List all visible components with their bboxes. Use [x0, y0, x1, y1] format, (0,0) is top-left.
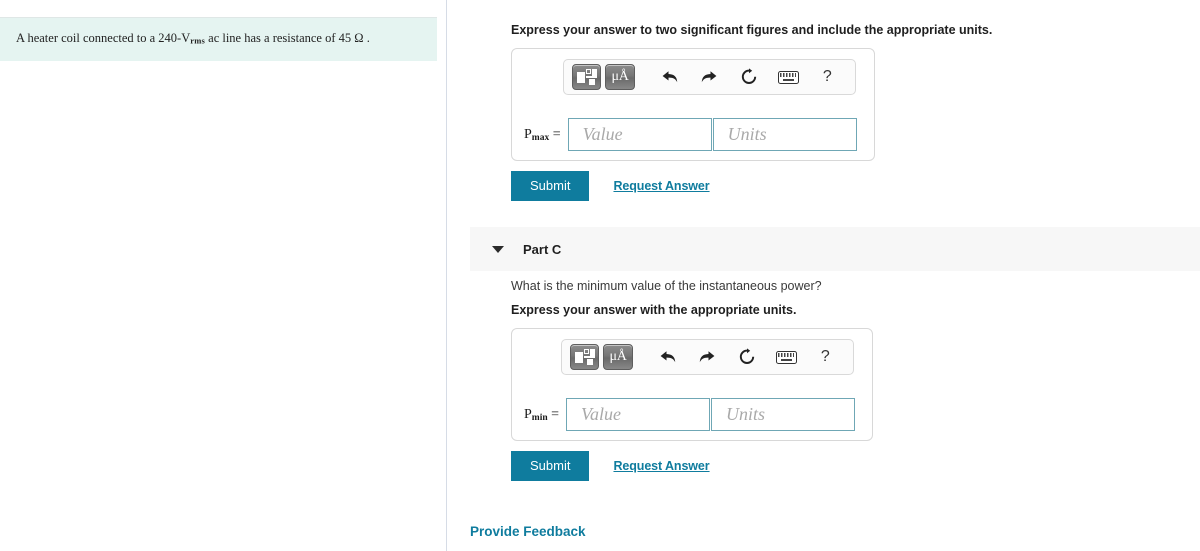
reset-circular-arrow-icon[interactable]	[734, 64, 763, 90]
part-b-answer-label: Pmax =	[524, 126, 561, 143]
problem-text-after: ac line has a resistance of 45	[205, 31, 355, 45]
help-question-icon[interactable]: ?	[813, 64, 842, 90]
units-micro-angstrom-icon[interactable]: μÅ	[603, 344, 633, 370]
provide-feedback-link[interactable]: Provide Feedback	[470, 524, 586, 539]
part-c-units-input[interactable]: Units	[711, 398, 856, 431]
reset-circular-arrow-icon[interactable]	[732, 344, 761, 370]
problem-statement-text: A heater coil connected to a 240-Vrms ac…	[16, 30, 423, 47]
keyboard-icon[interactable]	[773, 64, 802, 90]
part-c-instruction: Express your answer with the appropriate…	[511, 303, 797, 317]
part-b-value-input[interactable]: Value	[567, 118, 712, 151]
template-layout-icon[interactable]	[572, 64, 602, 90]
part-b-submit-button[interactable]: Submit	[511, 171, 590, 201]
part-b-request-answer-link[interactable]: Request Answer	[613, 179, 709, 193]
part-c-title: Part C	[523, 241, 562, 257]
part-c-value-input[interactable]: Value	[566, 398, 711, 431]
units-micro-angstrom-icon[interactable]: μÅ	[605, 64, 635, 90]
part-c-equation-row: Pmin = Value Units	[524, 398, 856, 431]
units-label: μÅ	[611, 69, 629, 84]
template-layout-icon[interactable]	[570, 344, 600, 370]
chevron-down-icon[interactable]	[492, 245, 504, 253]
part-b-submit-row: Submit Request Answer	[511, 171, 710, 201]
part-c-answer-box: μÅ ? Pmin = Value Units	[511, 328, 873, 441]
problem-panel: A heater coil connected to a 240-Vrms ac…	[0, 0, 446, 551]
part-c-answer-label: Pmin =	[524, 406, 560, 423]
part-c-answer-toolbar: μÅ ?	[561, 339, 854, 375]
part-b-instruction: Express your answer to two significant f…	[511, 23, 993, 37]
problem-unit-subscript: rms	[190, 35, 206, 46]
part-b-answer-box: μÅ ? Pmax = Value Units	[511, 48, 875, 161]
keyboard-icon[interactable]	[771, 344, 800, 370]
part-c-submit-row: Submit Request Answer	[511, 451, 710, 481]
part-b-units-input[interactable]: Units	[712, 118, 857, 151]
units-label: μÅ	[609, 349, 627, 364]
part-c-question: What is the minimum value of the instant…	[511, 279, 822, 293]
problem-ohm-symbol: Ω	[354, 31, 364, 45]
problem-text-before: A heater coil connected to a 240-	[16, 31, 182, 45]
page-root: A heater coil connected to a 240-Vrms ac…	[0, 0, 1200, 551]
problem-unit-symbol: Vrms	[181, 31, 206, 46]
undo-arrow-icon[interactable]	[655, 64, 684, 90]
help-question-icon[interactable]: ?	[811, 344, 840, 370]
part-b-equation-row: Pmax = Value Units	[524, 118, 857, 151]
problem-statement-box: A heater coil connected to a 240-Vrms ac…	[0, 17, 437, 61]
redo-arrow-icon[interactable]	[695, 64, 724, 90]
undo-arrow-icon[interactable]	[653, 344, 682, 370]
part-c-header[interactable]: Part C	[470, 227, 1200, 271]
part-c-request-answer-link[interactable]: Request Answer	[613, 459, 709, 473]
redo-arrow-icon[interactable]	[693, 344, 722, 370]
problem-period: .	[366, 31, 370, 45]
part-c-submit-button[interactable]: Submit	[511, 451, 590, 481]
part-b-answer-toolbar: μÅ ?	[563, 59, 856, 95]
content-column: Express your answer to two significant f…	[447, 0, 1200, 551]
